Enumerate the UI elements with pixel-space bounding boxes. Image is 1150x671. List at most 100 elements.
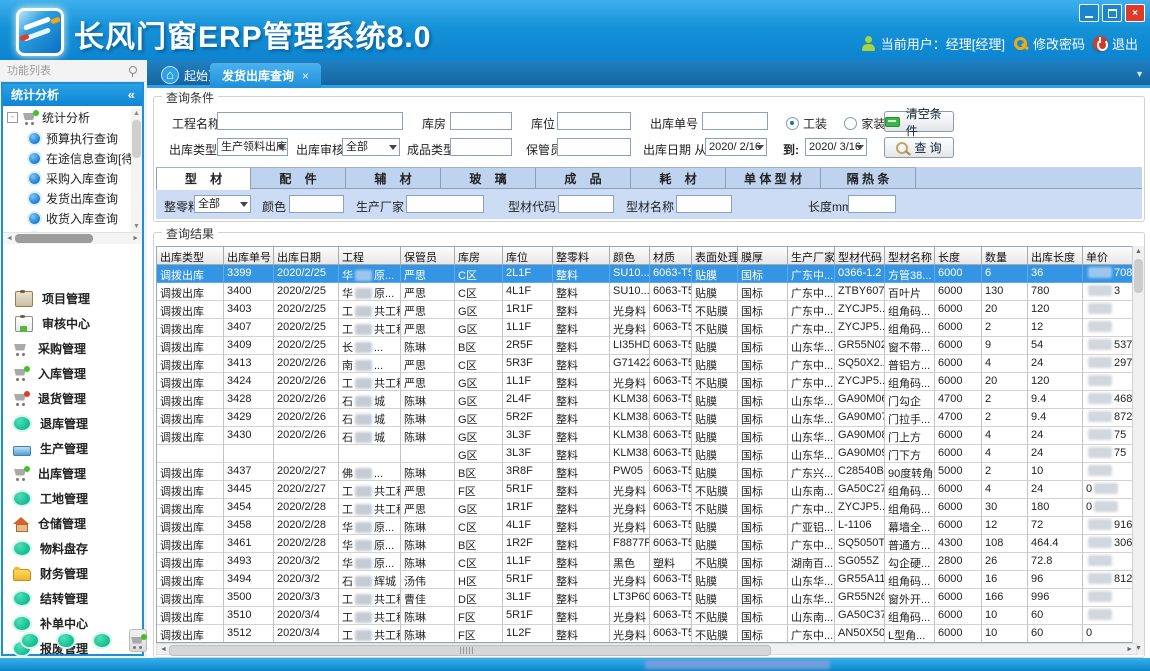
sidebar-item-财务管理[interactable]: 财务管理 xyxy=(3,561,142,586)
column-header-6[interactable]: 库房 xyxy=(455,247,503,265)
material-tab-7[interactable]: 单 体 型 材 xyxy=(726,167,821,189)
material-tab-6[interactable]: 耗 材 xyxy=(631,167,726,189)
product-type-input[interactable] xyxy=(450,138,512,156)
sidebar-section-header[interactable]: 统计分析 « xyxy=(3,84,142,106)
color-input[interactable] xyxy=(289,195,344,213)
scroll-down-icon[interactable]: ▼ xyxy=(131,221,142,232)
table-row[interactable]: 调拨出库33992020/2/25华原...严思C区2L1F整料SU10...6… xyxy=(157,265,1136,283)
radio-jiazhuang[interactable]: 家装 xyxy=(844,117,885,131)
tree-item-1[interactable]: 预算执行查询 xyxy=(3,128,142,148)
quick-dot-icon-3[interactable] xyxy=(94,634,110,647)
scrollbar-thumb[interactable] xyxy=(15,234,93,243)
collapse-icon[interactable]: « xyxy=(128,84,135,106)
material-tab-5[interactable]: 成 品 xyxy=(536,167,631,189)
column-header-11[interactable]: 表面处理 xyxy=(692,247,738,265)
sidebar-item-退库管理[interactable]: 退库管理 xyxy=(3,411,142,436)
manufacturer-input[interactable] xyxy=(406,195,484,213)
scroll-right-icon[interactable]: ► xyxy=(132,233,139,244)
profile-code-input[interactable] xyxy=(558,195,614,213)
warehouse-input[interactable] xyxy=(450,112,512,130)
close-button[interactable]: × xyxy=(1125,4,1145,22)
tree-vertical-scrollbar[interactable]: ▲ ▼ xyxy=(131,108,142,232)
column-header-14[interactable]: 型材代码 xyxy=(835,247,885,265)
scrollbar-thumb[interactable] xyxy=(169,645,771,656)
table-horizontal-scrollbar[interactable]: ◄ ► xyxy=(156,643,1137,655)
column-header-3[interactable]: 出库日期 xyxy=(274,247,339,265)
sidebar-item-采购管理[interactable]: 采购管理 xyxy=(3,336,142,361)
column-header-2[interactable]: 出库单号 xyxy=(224,247,274,265)
column-header-15[interactable]: 型材名称 xyxy=(885,247,935,265)
length-input[interactable] xyxy=(848,195,896,213)
column-header-4[interactable]: 工程 xyxy=(339,247,401,265)
sidebar-item-项目管理[interactable]: 项目管理 xyxy=(3,286,142,311)
material-tab-3[interactable]: 辅 材 xyxy=(346,167,441,189)
column-header-19[interactable]: 单价 xyxy=(1083,247,1133,265)
table-row[interactable]: 调拨出库34932020/3/2华原...陈琳C区1L1F整料黑色塑料不贴膜国标… xyxy=(157,553,1136,571)
tree-item-5[interactable]: 收货入库查询 xyxy=(3,208,142,228)
scroll-right-icon[interactable]: ► xyxy=(1126,644,1133,655)
scrollbar-thumb[interactable] xyxy=(132,120,141,158)
tree-item-4[interactable]: 发货出库查询 xyxy=(3,188,142,208)
scroll-left-icon[interactable]: ◄ xyxy=(160,644,167,655)
column-header-8[interactable]: 整零料 xyxy=(553,247,610,265)
tree-root[interactable]: - 统计分析 xyxy=(3,106,142,128)
column-header-12[interactable]: 膜厚 xyxy=(738,247,788,265)
search-button[interactable]: 查 询 xyxy=(884,137,954,158)
table-row[interactable]: 调拨出库34452020/2/27工共工程严思F区5R1F整料光身料6063-T… xyxy=(157,481,1136,499)
material-tab-4[interactable]: 玻 璃 xyxy=(441,167,536,189)
tab-close-icon[interactable]: × xyxy=(302,69,309,83)
table-row[interactable]: 调拨出库34612020/2/28华原...陈琳B区1R2F整料F8877FT6… xyxy=(157,535,1136,553)
project-name-input[interactable] xyxy=(217,112,403,130)
tab-outbound-query[interactable]: 发货出库查询 × xyxy=(210,63,321,88)
table-row[interactable]: 调拨出库34072020/2/25工共工程严思G区1L1F整料光身料6063-T… xyxy=(157,319,1136,337)
quick-dot-icon-2[interactable] xyxy=(58,634,74,647)
scroll-up-icon[interactable]: ▲ xyxy=(131,108,142,119)
table-row[interactable]: 调拨出库34002020/2/25华原...严思C区4L1F整料SU10...6… xyxy=(157,283,1136,301)
table-row[interactable]: 调拨出库34292020/2/26石城陈琳G区5R2F整料KLM38176063… xyxy=(157,409,1136,427)
pin-icon[interactable] xyxy=(129,66,137,74)
radio-gongzhuang[interactable]: 工装 xyxy=(786,117,827,131)
column-header-16[interactable]: 长度 xyxy=(935,247,982,265)
table-row[interactable]: 调拨出库34242020/2/26工共工程严思G区1L1F整料光身料6063-T… xyxy=(157,373,1136,391)
quick-cart-button[interactable] xyxy=(129,629,147,652)
table-row[interactable]: 调拨出库34282020/2/26石城陈琳G区2L4F整料KLM38176063… xyxy=(157,391,1136,409)
table-row[interactable]: 调拨出库34942020/3/2石辉城汤伟H区5R1F整料光身料6063-T5贴… xyxy=(157,571,1136,589)
tree-item-2[interactable]: 在途信息查询[待 xyxy=(3,148,142,168)
location-input[interactable] xyxy=(557,112,631,130)
table-row[interactable]: 调拨出库34032020/2/25工共工程严思G区1R1F整料光身料6063-T… xyxy=(157,301,1136,319)
sidebar-item-物料盘存[interactable]: 物料盘存 xyxy=(3,536,142,561)
quick-dot-icon-1[interactable] xyxy=(22,634,38,647)
column-header-9[interactable]: 颜色 xyxy=(610,247,650,265)
change-password-button[interactable]: 修改密码 xyxy=(1013,34,1085,53)
clear-conditions-button[interactable]: 清空条件 xyxy=(884,111,954,132)
date-to-picker[interactable]: 2020/ 3/16 xyxy=(805,138,867,156)
table-row[interactable]: 调拨出库34132020/2/26南...严思C区5R3F整料G71422606… xyxy=(157,355,1136,373)
table-row[interactable]: 调拨出库35002020/3/3工共工程曹佳D区3L1F整料LT3P606063… xyxy=(157,589,1136,607)
minimize-button[interactable] xyxy=(1079,4,1099,22)
sidebar-item-生产管理[interactable]: 生产管理 xyxy=(3,436,142,461)
sidebar-item-结转管理[interactable]: 结转管理 xyxy=(3,586,142,611)
order-no-input[interactable] xyxy=(702,112,768,130)
out-type-select[interactable]: 生产领料出库 xyxy=(217,138,288,156)
table-row[interactable]: 调拨出库34302020/2/26石城陈琳G区3L3F整料KLM38176063… xyxy=(157,427,1136,445)
table-row[interactable]: 调拨出库34372020/2/27佛...陈琳B区3R8F整料PW056063-… xyxy=(157,463,1136,481)
date-from-picker[interactable]: 2020/ 2/16 xyxy=(705,138,767,156)
column-header-13[interactable]: 生产厂家 xyxy=(788,247,835,265)
audit-select[interactable]: 全部 xyxy=(342,138,400,156)
table-row[interactable]: 调拨出库35122020/3/4工共工程陈琳F区1L2F整料光身料6063-T5… xyxy=(157,625,1136,643)
tree-expander-icon[interactable]: - xyxy=(7,112,18,123)
sidebar-item-出库管理[interactable]: 出库管理 xyxy=(3,461,142,486)
keeper-input[interactable] xyxy=(557,138,631,156)
logout-button[interactable]: 退出 xyxy=(1093,34,1138,53)
scrollbar-thumb[interactable] xyxy=(1134,259,1143,293)
sidebar-item-审核中心[interactable]: 审核中心 xyxy=(3,311,142,336)
scroll-left-icon[interactable]: ◄ xyxy=(6,233,13,244)
material-tab-8[interactable]: 隔 热 条 xyxy=(821,167,916,189)
table-row[interactable]: 调拨出库35102020/3/4工共工程陈琳F区5R1F整料光身料6063-T5… xyxy=(157,607,1136,625)
table-row[interactable]: 调拨出库34092020/2/25长...陈琳B区2R5F整料LI35HD606… xyxy=(157,337,1136,355)
tab-overflow-icon[interactable]: ▼ xyxy=(1135,69,1144,79)
profile-name-input[interactable] xyxy=(676,195,732,213)
column-header-10[interactable]: 材质 xyxy=(650,247,692,265)
sidebar-item-工地管理[interactable]: 工地管理 xyxy=(3,486,142,511)
column-header-7[interactable]: 库位 xyxy=(503,247,553,265)
